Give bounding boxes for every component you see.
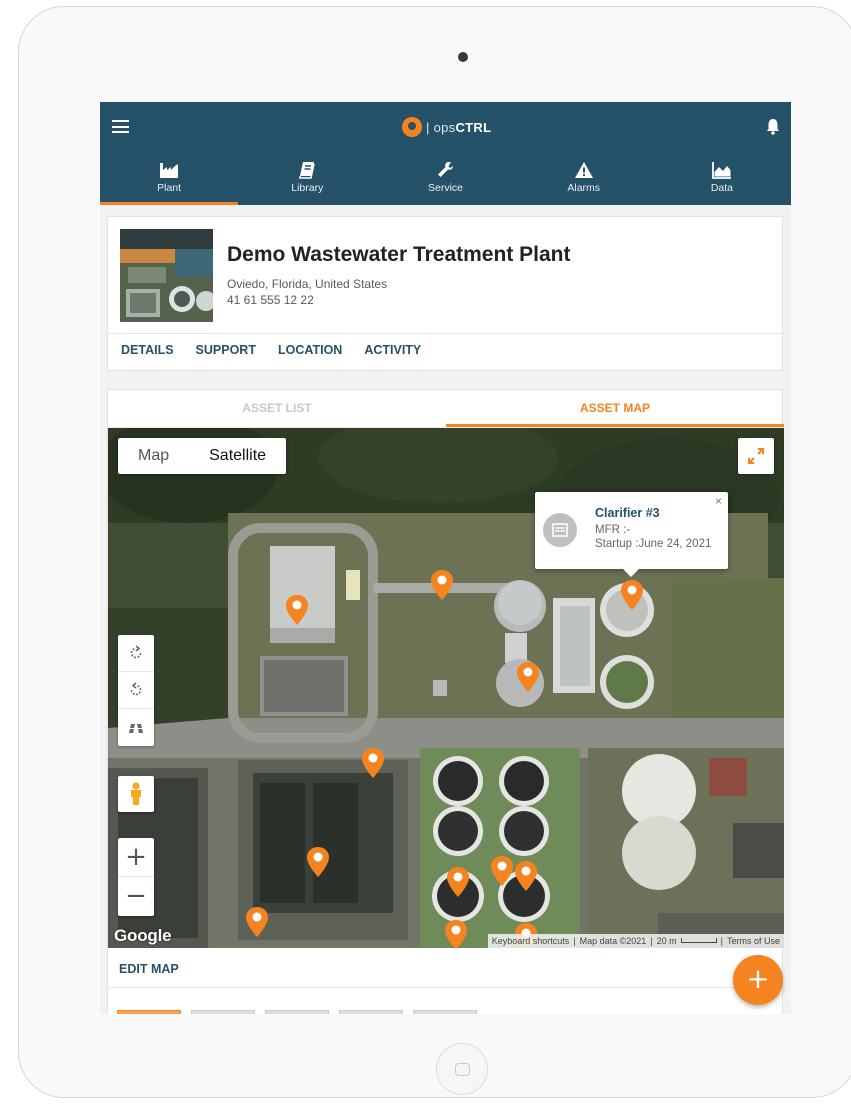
top-bar: | opsCTRL Plant Library Service Alarms D… — [100, 102, 791, 205]
map-pin-icon[interactable] — [245, 906, 269, 938]
tab-asset-map[interactable]: ASSET MAP — [446, 390, 784, 427]
link-details[interactable]: DETAILS — [121, 343, 174, 357]
nav-tab-label: Data — [710, 182, 733, 194]
map-pin-icon[interactable] — [285, 594, 309, 626]
nav-tab-label: Plant — [157, 182, 182, 194]
divider — [108, 987, 784, 988]
zoom-controls: + − — [118, 838, 154, 916]
asset-thumbnail[interactable] — [265, 1010, 329, 1014]
map-type-satellite[interactable]: Satellite — [189, 438, 286, 474]
asset-tabs: ASSET LIST ASSET MAP — [108, 390, 784, 428]
map-pin-icon[interactable] — [514, 860, 538, 892]
tab-asset-list[interactable]: ASSET LIST — [108, 390, 446, 427]
plant-sublinks: DETAILS SUPPORT LOCATION ACTIVITY — [121, 343, 421, 357]
map-pin-icon-selected[interactable] — [620, 579, 644, 611]
nav-tab-service[interactable]: Service — [376, 155, 514, 205]
plant-card: Demo Wastewater Treatment Plant Oviedo, … — [107, 216, 784, 371]
nav-tab-label: Service — [428, 182, 464, 194]
bell-icon[interactable] — [766, 118, 780, 135]
app-screen: | opsCTRL Plant Library Service Alarms D… — [100, 102, 791, 1014]
plant-phone: 41 61 555 12 22 — [227, 293, 314, 307]
fullscreen-icon — [748, 448, 764, 464]
map-pin-icon[interactable] — [361, 747, 385, 779]
popup-startup: Startup :June 24, 2021 — [595, 538, 712, 550]
plant-icon — [160, 163, 179, 178]
add-button[interactable]: + — [733, 955, 783, 1005]
nav-tab-label: Library — [291, 182, 324, 194]
link-location[interactable]: LOCATION — [278, 343, 342, 357]
map-type-map[interactable]: Map — [118, 438, 189, 474]
edit-map-link[interactable]: EDIT MAP — [119, 962, 179, 976]
scale-bar — [680, 938, 717, 943]
link-support[interactable]: SUPPORT — [196, 343, 256, 357]
nav-tab-data[interactable]: Data — [653, 155, 791, 205]
alarm-icon — [574, 162, 593, 178]
map-data-credit: Map data ©2021 — [579, 936, 647, 946]
chart-icon — [712, 162, 731, 179]
map-pin-icon[interactable] — [430, 569, 454, 601]
front-camera — [458, 52, 468, 62]
rotate-controls — [118, 635, 154, 746]
google-logo: Google — [114, 926, 172, 945]
logo-text: | opsCTRL — [426, 119, 492, 135]
link-activity[interactable]: ACTIVITY — [364, 343, 421, 357]
popup-mfr: MFR :- — [595, 524, 631, 536]
plant-name: Demo Wastewater Treatment Plant — [227, 243, 571, 266]
close-icon[interactable]: × — [715, 494, 722, 508]
wrench-icon — [437, 162, 453, 177]
zoom-out-button[interactable]: − — [118, 877, 154, 916]
zoom-in-button[interactable]: + — [118, 838, 154, 877]
map-pin-icon[interactable] — [446, 866, 470, 898]
main-nav: Plant Library Service Alarms Data — [100, 155, 791, 205]
map-scale[interactable]: 20 m — [657, 934, 677, 948]
asset-thumbnail[interactable] — [191, 1010, 255, 1014]
asset-panel: ASSET LIST ASSET MAP Map Satellite × Cla… — [107, 389, 784, 1014]
rotate-cw-icon — [130, 645, 142, 659]
logo-mark-icon — [402, 117, 422, 137]
rotate-ccw-icon — [130, 682, 142, 696]
rotate-counterclockwise-button[interactable] — [118, 672, 154, 709]
plant-thumbnail[interactable] — [120, 229, 213, 322]
nav-tab-label: Alarms — [567, 182, 601, 194]
divider — [108, 333, 784, 334]
pegman-icon — [131, 782, 141, 805]
hamburger-menu-icon[interactable] — [112, 120, 129, 133]
street-view-pegman[interactable] — [118, 776, 154, 812]
asset-thumbnail[interactable] — [117, 1010, 181, 1014]
asset-type-icon — [543, 513, 577, 547]
rotate-clockwise-button[interactable] — [118, 635, 154, 672]
map-pin-icon[interactable] — [444, 919, 468, 948]
satellite-map[interactable]: Map Satellite × Clarifier #3 MFR :- Star… — [108, 428, 784, 948]
nav-tab-library[interactable]: Library — [238, 155, 376, 205]
nav-tab-alarms[interactable]: Alarms — [515, 155, 653, 205]
asset-thumbnail[interactable] — [339, 1010, 403, 1014]
map-pin-icon[interactable] — [490, 855, 514, 887]
keyboard-shortcuts-link[interactable]: Keyboard shortcuts — [492, 934, 570, 948]
asset-thumbnail[interactable] — [413, 1010, 477, 1014]
map-attribution: Keyboard shortcuts | Map data ©2021 | 20 m… — [487, 934, 784, 948]
popup-title[interactable]: Clarifier #3 — [595, 506, 660, 520]
asset-thumbnail-strip — [117, 1010, 477, 1014]
plant-address: Oviedo, Florida, United States — [227, 277, 388, 291]
asset-info-popup: × Clarifier #3 MFR :- Startup :June 24, … — [535, 492, 728, 577]
map-pin-icon[interactable] — [516, 661, 540, 693]
map-pin-icon[interactable] — [306, 846, 330, 878]
book-icon — [299, 162, 315, 179]
terms-of-use-link[interactable]: Terms of Use — [727, 934, 780, 948]
app-logo: | opsCTRL — [402, 114, 491, 140]
map-type-toggle: Map Satellite — [118, 438, 287, 474]
tilt-button[interactable] — [118, 709, 154, 746]
home-button[interactable] — [436, 1043, 488, 1095]
nav-tab-plant[interactable]: Plant — [100, 155, 239, 205]
fullscreen-button[interactable] — [738, 438, 774, 474]
tilt-icon — [129, 723, 143, 733]
